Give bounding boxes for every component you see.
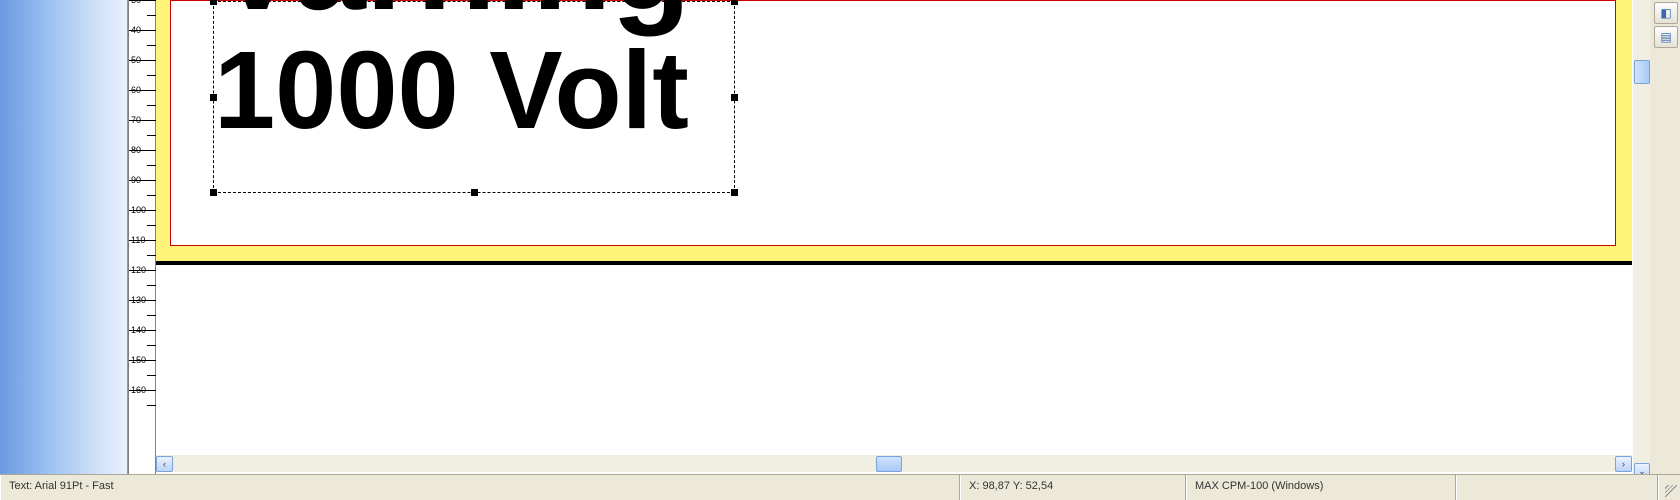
ruler-tick: 160 <box>129 390 157 403</box>
ruler-tick-label: 120 <box>131 265 146 275</box>
side-toolbar: ◧▤ <box>1652 0 1680 50</box>
ruler-tick: 110 <box>129 240 157 253</box>
ruler-tick-label: 150 <box>131 355 146 365</box>
hscroll-right-button[interactable]: › <box>1615 456 1632 472</box>
hscroll-left-button[interactable]: ‹ <box>156 456 173 472</box>
ruler-tick: 130 <box>129 300 157 313</box>
resize-handle-sw[interactable] <box>210 189 217 196</box>
ruler-tick: 90 <box>129 180 157 193</box>
text-object-selected[interactable]: Varning 1000 Volt <box>213 1 735 193</box>
ruler-tick: 150 <box>129 360 157 373</box>
ruler-tick-label: 100 <box>131 205 146 215</box>
resize-grip-icon[interactable] <box>1658 475 1680 500</box>
left-pane <box>0 0 128 492</box>
resize-handle-s[interactable] <box>471 189 478 196</box>
ruler-tick: 50 <box>129 60 157 73</box>
label-media: Varning 1000 Volt <box>156 0 1632 265</box>
ruler-tick: 60 <box>129 90 157 103</box>
chevron-right-icon: › <box>1622 459 1625 469</box>
text-line-2[interactable]: 1000 Volt <box>214 41 734 140</box>
ruler-tick: 70 <box>129 120 157 133</box>
right-chrome: ⌄ ◧▤ <box>1632 0 1680 492</box>
ruler-tick-label: 80 <box>131 145 141 155</box>
resize-handle-nw[interactable] <box>210 0 217 5</box>
vertical-scrollbar[interactable]: ⌄ <box>1632 0 1650 480</box>
status-spacer <box>1456 475 1658 500</box>
ruler-tick-label: 90 <box>131 175 141 185</box>
ruler-tick-label: 130 <box>131 295 146 305</box>
ruler-tick-label: 110 <box>131 235 145 245</box>
ruler-tick-label: 50 <box>131 55 141 65</box>
ruler-tick: 100 <box>129 210 157 223</box>
canvas-area[interactable]: Varning 1000 Volt <box>156 0 1632 480</box>
status-bar: Text: Arial 91Pt - Fast X: 98,87 Y: 52,5… <box>0 474 1680 500</box>
ruler-tick: 140 <box>129 330 157 343</box>
ruler-tick-label: 30 <box>131 0 141 5</box>
vscroll-thumb[interactable] <box>1634 60 1650 84</box>
safe-area-guide: Varning 1000 Volt <box>170 0 1616 246</box>
ruler-tick-label: 140 <box>131 325 146 335</box>
hscroll-thumb[interactable] <box>876 456 902 472</box>
ruler-tick-label: 60 <box>131 85 141 95</box>
tool-b-icon[interactable]: ▤ <box>1654 26 1678 48</box>
ruler-tick-label: 40 <box>131 25 141 35</box>
ruler-tick-label: 160 <box>131 385 146 395</box>
tool-a-icon[interactable]: ◧ <box>1654 2 1678 24</box>
resize-handle-n[interactable] <box>471 0 478 5</box>
status-coordinates: X: 98,87 Y: 52,54 <box>960 475 1186 500</box>
resize-handle-se[interactable] <box>731 189 738 196</box>
vertical-ruler[interactable]: 30 40 50 60 70 80 90 100 110 120 130 140 150 160 <box>128 0 156 480</box>
ruler-tick: 30 <box>129 0 157 13</box>
resize-handle-ne[interactable] <box>731 0 738 5</box>
resize-handle-e[interactable] <box>731 94 738 101</box>
chevron-left-icon: ‹ <box>163 459 166 469</box>
status-selection-info: Text: Arial 91Pt - Fast <box>0 475 960 500</box>
ruler-tick: 80 <box>129 150 157 163</box>
ruler-tick: 40 <box>129 30 157 43</box>
ruler-tick: 120 <box>129 270 157 283</box>
horizontal-scrollbar[interactable]: ‹ › <box>156 454 1632 472</box>
status-printer: MAX CPM-100 (Windows) <box>1186 475 1456 500</box>
app-window: 30 40 50 60 70 80 90 100 110 120 130 140 150 160 Varn… <box>0 0 1680 500</box>
resize-handle-w[interactable] <box>210 94 217 101</box>
ruler-tick-label: 70 <box>131 115 141 125</box>
